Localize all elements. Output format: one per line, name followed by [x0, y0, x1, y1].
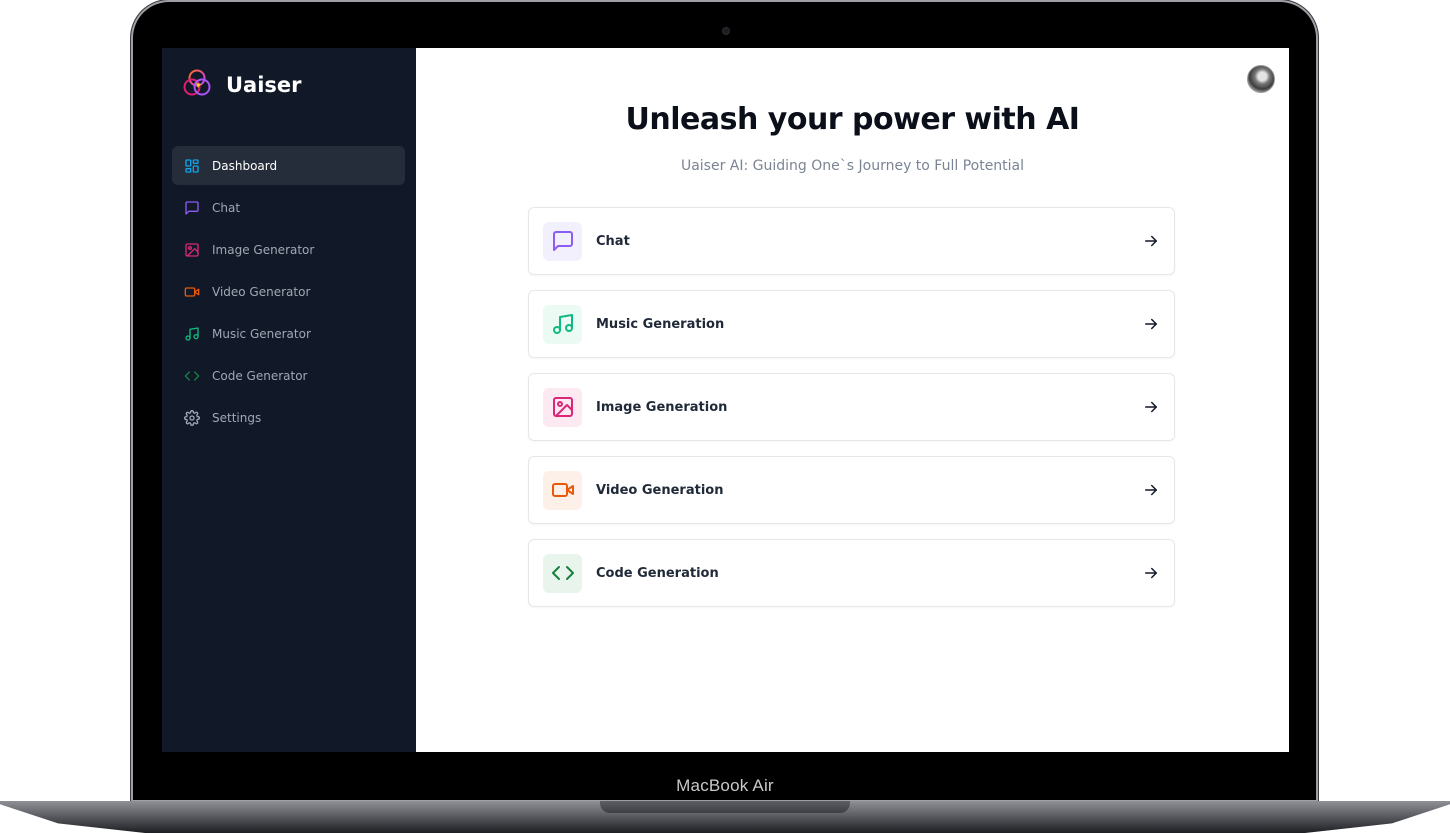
video-icon [184, 284, 200, 300]
image-icon [543, 387, 582, 427]
sidebar-item-label: Chat [212, 200, 241, 215]
camera-dot [722, 27, 730, 35]
sidebar-item-label: Music Generator [212, 326, 311, 341]
sidebar-item-dashboard[interactable]: Dashboard [172, 146, 405, 185]
page-title: Unleash your power with AI [625, 102, 1080, 137]
gear-icon [184, 409, 200, 426]
logo-icon [182, 68, 212, 102]
card-image-generation[interactable]: Image Generation [528, 373, 1175, 441]
sidebar-item-settings[interactable]: Settings [172, 398, 405, 437]
chat-icon [184, 200, 200, 216]
card-label: Music Generation [596, 316, 725, 332]
arrow-right-icon [1142, 481, 1160, 499]
card-label: Video Generation [596, 482, 724, 498]
card-label: Code Generation [596, 565, 719, 581]
brand-name: Uaiser [226, 73, 302, 97]
music-icon [543, 304, 582, 344]
card-chat[interactable]: Chat [528, 207, 1175, 275]
sidebar-item-image-generator[interactable]: Image Generator [172, 230, 405, 269]
sidebar-nav: Dashboard Chat Image Generator Video Genera… [172, 146, 405, 440]
app-screen: Uaiser Dashboard Chat Image Generator Video… [162, 48, 1289, 752]
video-icon [543, 470, 582, 510]
main-content: Unleash your power with AI Uaiser AI: Gu… [416, 48, 1289, 752]
brand[interactable]: Uaiser [182, 68, 302, 102]
card-music-generation[interactable]: Music Generation [528, 290, 1175, 358]
card-label: Chat [596, 233, 630, 249]
sidebar-item-code-generator[interactable]: Code Generator [172, 356, 405, 395]
sidebar-item-chat[interactable]: Chat [172, 188, 405, 227]
arrow-right-icon [1142, 398, 1160, 416]
sidebar-item-label: Settings [212, 410, 262, 425]
sidebar-item-label: Video Generator [212, 284, 311, 299]
music-icon [184, 326, 200, 342]
page-subtitle: Uaiser AI: Guiding One`s Journey to Full… [680, 158, 1025, 174]
laptop-notch [600, 801, 850, 813]
card-code-generation[interactable]: Code Generation [528, 539, 1175, 607]
image-icon [184, 242, 200, 258]
sidebar-item-label: Dashboard [212, 158, 278, 173]
arrow-right-icon [1142, 232, 1160, 250]
card-label: Image Generation [596, 399, 728, 415]
avatar[interactable] [1247, 65, 1275, 93]
chat-icon [543, 221, 582, 261]
sidebar-item-label: Code Generator [212, 368, 308, 383]
arrow-right-icon [1142, 315, 1160, 333]
arrow-right-icon [1142, 564, 1160, 582]
card-video-generation[interactable]: Video Generation [528, 456, 1175, 524]
sidebar-item-video-generator[interactable]: Video Generator [172, 272, 405, 311]
tool-cards: Chat Music Generation Image Generation Vide… [528, 207, 1175, 622]
dashboard-icon [184, 158, 200, 174]
device-label: MacBook Air [676, 776, 774, 795]
code-icon [184, 368, 200, 384]
sidebar: Uaiser Dashboard Chat Image Generator Video… [162, 48, 416, 752]
sidebar-item-music-generator[interactable]: Music Generator [172, 314, 405, 353]
sidebar-item-label: Image Generator [212, 242, 315, 257]
code-icon [543, 553, 582, 593]
